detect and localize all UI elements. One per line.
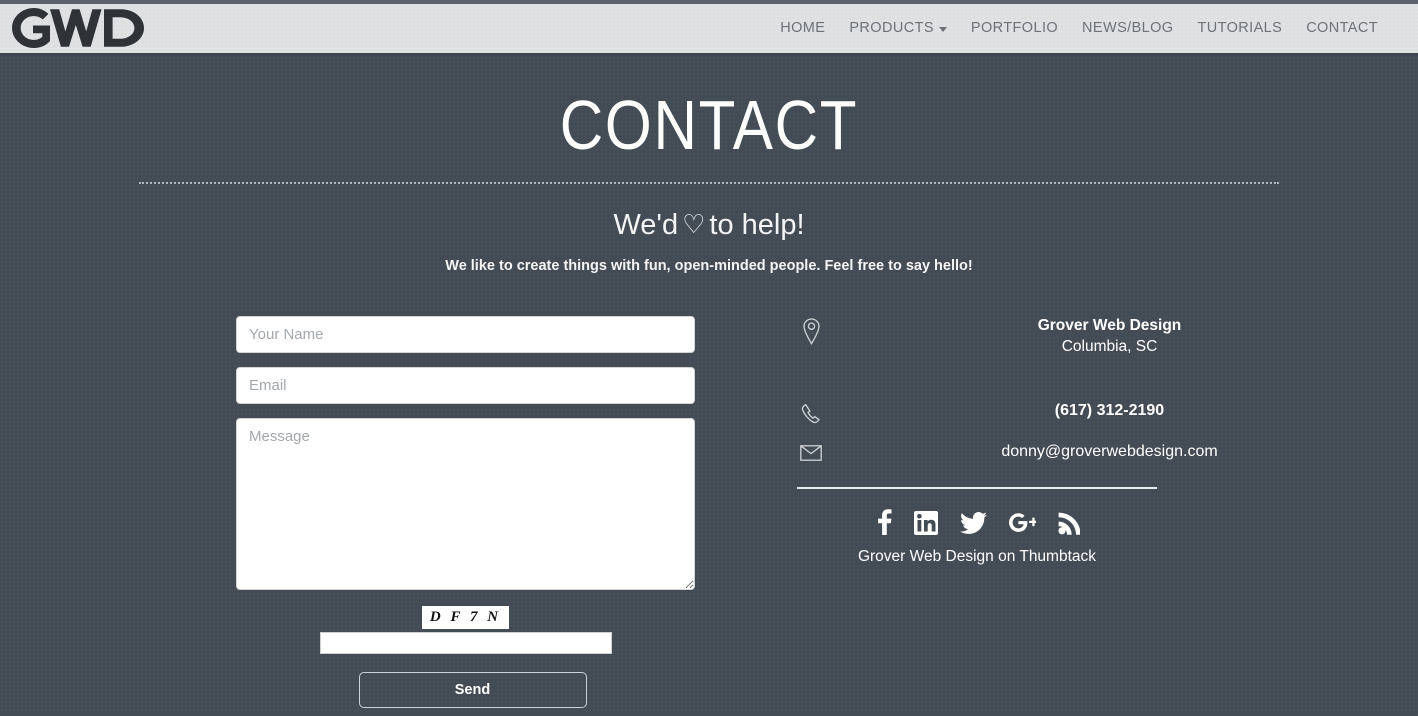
email-input[interactable] [236,366,695,404]
captcha-input[interactable] [319,631,612,654]
contact-content: D F 7 N Send Grover Web Design Columbia,… [0,315,1418,708]
thumbtack-link[interactable]: Grover Web Design on Thumbtack [797,548,1157,566]
phone-row: (617) 312-2190 [793,402,1418,425]
sub-lede-text: We like to create things with fun, open-… [445,257,973,274]
captcha-area: D F 7 N [236,605,695,654]
info-divider [797,486,1157,489]
page-title: CONTACT [559,86,859,164]
nav-item-news-blog-label: NEWS/BLOG [1082,20,1174,37]
message-textarea[interactable] [236,417,695,590]
email-address[interactable]: donny@groverwebdesign.com [1001,443,1217,460]
email-row: donny@groverwebdesign.com [793,443,1418,461]
title-divider [139,182,1279,184]
social-links [797,508,1157,540]
rss-icon[interactable] [1057,512,1081,540]
nav-item-portfolio-label: PORTFOLIO [970,20,1059,37]
phone-text-wrap: (617) 312-2190 [829,402,1418,420]
captcha-image: D F 7 N [421,605,510,629]
gwd-logo[interactable] [12,7,144,49]
phone-icon [793,402,829,425]
nav-item-tutorials[interactable]: TUTORIALS [1185,21,1294,36]
envelope-icon [793,443,829,461]
facebook-icon[interactable] [875,508,892,540]
contact-info: Grover Web Design Columbia, SC (617) 312… [709,316,1418,708]
chevron-down-icon [938,27,947,32]
nav-item-products[interactable]: PRODUCTS [837,21,959,36]
nav-item-home-label: HOME [780,20,826,37]
nav-item-products-label: PRODUCTS [849,20,934,37]
send-button[interactable]: Send [358,671,587,708]
nav-item-home[interactable]: HOME [768,21,837,36]
address-row: Grover Web Design Columbia, SC [793,316,1418,358]
heart-icon: ♡ [682,209,706,239]
phone-number[interactable]: (617) 312-2190 [1055,402,1164,419]
lede-text-after: to help! [709,209,805,241]
nav-item-contact[interactable]: CONTACT [1294,21,1378,36]
linkedin-icon[interactable] [913,510,938,540]
name-input[interactable] [236,315,695,353]
lede-text-before: We'd [613,209,679,241]
email-text-wrap: donny@groverwebdesign.com [829,443,1418,461]
googleplus-icon[interactable] [1008,511,1036,540]
nav-item-portfolio[interactable]: PORTFOLIO [959,21,1070,36]
site-header: HOME PRODUCTS PORTFOLIO NEWS/BLOG TUTORI… [0,0,1418,56]
contact-form: D F 7 N Send [0,315,709,708]
main-navigation: HOME PRODUCTS PORTFOLIO NEWS/BLOG TUTORI… [768,21,1378,36]
org-city: Columbia, SC [1061,337,1158,355]
nav-item-contact-label: CONTACT [1306,20,1378,37]
lede-heading: We'd ♡ to help! [0,209,1418,242]
address-text: Grover Web Design Columbia, SC [829,316,1418,358]
org-name: Grover Web Design [1037,316,1182,334]
map-pin-icon [793,316,829,345]
nav-item-news-blog[interactable]: NEWS/BLOG [1070,21,1185,36]
nav-item-tutorials-label: TUTORIALS [1197,20,1283,37]
twitter-icon[interactable] [959,511,987,540]
